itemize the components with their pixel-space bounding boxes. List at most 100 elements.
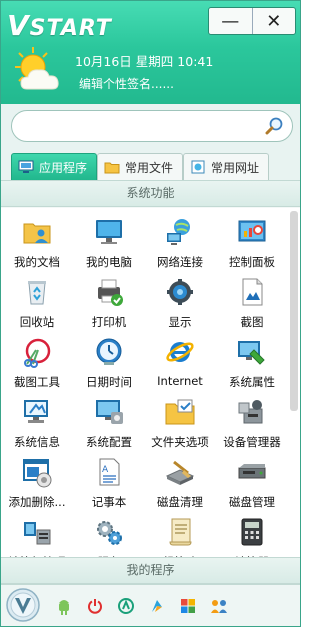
internet-explorer-icon [164, 336, 196, 368]
app-item[interactable]: 截图工具 [1, 332, 73, 390]
date-time: 10月16日 星期四 10:41 [75, 54, 214, 69]
app-item-label: 系统信息 [14, 435, 60, 449]
app-item-label: 添加删除... [8, 495, 66, 509]
computer-icon [93, 216, 125, 248]
app-item[interactable]: 网络连接 [144, 212, 216, 270]
app-item[interactable]: 磁盘清理 [144, 452, 216, 510]
minimize-button[interactable]: — [209, 8, 252, 34]
app-grid: 我的文档 我的电脑 网络连接 控制面板回收站 打印机 显示 截图截图工具 日期时间 Intern… [1, 208, 300, 557]
app-item[interactable]: 计算器 [216, 512, 288, 557]
app-item-label: 记事本 [91, 495, 127, 509]
snipping-tool-icon [21, 336, 53, 368]
app-item[interactable]: 日期时间 [73, 332, 145, 390]
device-manager-icon [236, 396, 268, 428]
display-icon [164, 276, 196, 308]
app-logo: VSTART [7, 9, 112, 42]
app-item-label: 控制面板 [229, 255, 275, 269]
app-item-label: 我的电脑 [86, 255, 132, 269]
signature-text[interactable]: 编辑个性签名...... [79, 75, 174, 92]
app-item[interactable]: 我的电脑 [73, 212, 145, 270]
app-item-label: 回收站 [19, 315, 55, 329]
section-title-my-programs[interactable]: 我的程序 [1, 557, 300, 584]
search-icon[interactable] [264, 116, 284, 136]
system-info-icon [21, 396, 53, 428]
app-item[interactable]: 系统信息 [1, 392, 73, 450]
app-item-label: 日期时间 [86, 375, 132, 389]
app-item-label: 磁盘管理 [229, 495, 275, 509]
tab-bar: 应用程序 常用文件 常用网址 [1, 148, 300, 180]
app-item-label: Internet [157, 374, 203, 388]
app-item[interactable]: 系统属性 [216, 332, 288, 390]
app-item-label: 网络连接 [157, 255, 203, 269]
group-policy-icon [164, 516, 196, 548]
vstart-orb-icon[interactable] [5, 587, 41, 623]
app-item-label: 打印机 [91, 315, 127, 329]
app-item-label: 截图 [240, 315, 264, 329]
browser-icon[interactable] [115, 597, 137, 615]
tab-apps[interactable]: 应用程序 [11, 153, 97, 180]
vstart-window: VSTART — ✕ 10月16日 星期四 10:41 编辑个性签名...... [0, 0, 301, 627]
computer-management-icon [21, 516, 53, 548]
folder-icon [104, 160, 120, 174]
section-title-system: 系统功能 [1, 180, 300, 207]
power-icon[interactable] [84, 597, 106, 615]
app-item[interactable]: 我的文档 [1, 212, 73, 270]
android-icon[interactable] [53, 597, 75, 615]
weather-sun-cloud-icon[interactable] [11, 45, 67, 95]
app-item-label: 显示 [168, 315, 192, 329]
app-item-label: 文件夹选项 [151, 435, 209, 449]
app-item-label: 磁盘清理 [157, 495, 203, 509]
search-area [1, 104, 300, 148]
app-item[interactable]: Internet [144, 332, 216, 390]
system-config-icon [93, 396, 125, 428]
app-item[interactable]: 设备管理器 [216, 392, 288, 450]
notepad-icon: A [93, 456, 125, 488]
add-remove-icon [21, 456, 53, 488]
dock [53, 597, 239, 615]
recycle-bin-icon [21, 276, 53, 308]
control-panel-icon [236, 216, 268, 248]
tab-urls[interactable]: 常用网址 [183, 153, 269, 180]
system-properties-icon [236, 336, 268, 368]
monitor-icon [18, 160, 34, 174]
app-item[interactable]: 添加删除... [1, 452, 73, 510]
people-icon[interactable] [208, 597, 230, 615]
network-icon [164, 216, 196, 248]
app-item[interactable]: 服务 [73, 512, 145, 557]
app-item-label: 我的文档 [14, 255, 60, 269]
app-item[interactable]: 组策略 [144, 512, 216, 557]
close-button[interactable]: ✕ [251, 8, 296, 34]
app-item[interactable]: 系统配置 [73, 392, 145, 450]
app-item[interactable]: 计算机管理 [1, 512, 73, 557]
grid-scrollbar[interactable] [290, 211, 298, 411]
folder-options-icon [164, 396, 196, 428]
printer-icon [93, 276, 125, 308]
tab-files[interactable]: 常用文件 [97, 153, 183, 180]
app-item[interactable]: 文件夹选项 [144, 392, 216, 450]
colorful-squares-icon[interactable] [177, 597, 199, 615]
app-item-label: 系统属性 [229, 375, 275, 389]
bird-icon[interactable] [146, 597, 168, 615]
search-input[interactable] [24, 117, 254, 137]
window-controls: — ✕ [208, 7, 296, 35]
bottom-bar [1, 584, 300, 626]
screenshot-icon [236, 276, 268, 308]
app-item[interactable]: 磁盘管理 [216, 452, 288, 510]
app-item[interactable]: 打印机 [73, 272, 145, 330]
app-item[interactable]: 回收站 [1, 272, 73, 330]
app-item[interactable]: 显示 [144, 272, 216, 330]
app-item-label: 截图工具 [14, 375, 60, 389]
header: VSTART — ✕ 10月16日 星期四 10:41 编辑个性签名...... [1, 1, 300, 104]
app-item-label: 系统配置 [86, 435, 132, 449]
app-item[interactable]: A 记事本 [73, 452, 145, 510]
disk-cleanup-icon [164, 456, 196, 488]
app-item[interactable]: 控制面板 [216, 212, 288, 270]
svg-text:A: A [102, 465, 109, 475]
web-page-icon [190, 160, 206, 174]
services-icon [93, 516, 125, 548]
disk-management-icon [236, 456, 268, 488]
documents-icon [21, 216, 53, 248]
app-item[interactable]: 截图 [216, 272, 288, 330]
calculator-icon [236, 516, 268, 548]
search-box [11, 110, 293, 142]
